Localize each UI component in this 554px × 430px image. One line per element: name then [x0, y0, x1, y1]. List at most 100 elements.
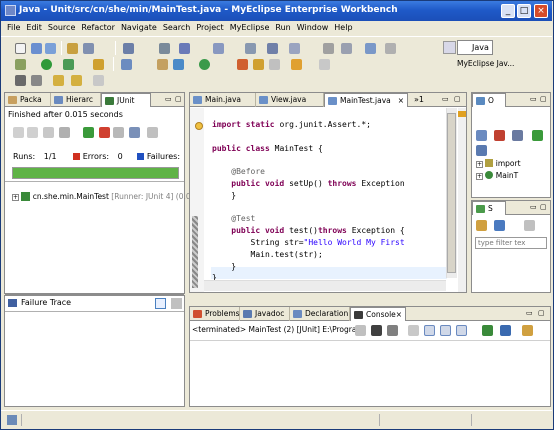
tab-outline[interactable]: O: [472, 93, 506, 107]
code-line[interactable]: Main.test(str);: [212, 249, 405, 261]
tool2-icon[interactable]: [341, 43, 352, 54]
format-icon[interactable]: [269, 59, 280, 70]
tab-maintest-java[interactable]: MainTest.java ×: [324, 93, 408, 107]
code-line[interactable]: public void setUp() throws Exception: [212, 178, 404, 190]
menu-source[interactable]: Source: [48, 21, 75, 35]
menu-navigate[interactable]: Navigate: [121, 21, 157, 35]
code-line[interactable]: String str="Hello World My First: [212, 237, 405, 249]
hide-fields-icon[interactable]: [494, 130, 505, 141]
filter-stack-icon[interactable]: [155, 298, 166, 309]
maximize-snippets-icon[interactable]: ▢: [540, 203, 547, 211]
view-menu-icon[interactable]: [147, 127, 158, 138]
wizard-icon[interactable]: [213, 43, 224, 54]
next-annotation-icon[interactable]: [15, 75, 26, 86]
code-line[interactable]: [212, 202, 405, 214]
hide-static-icon[interactable]: [512, 130, 523, 141]
stop-icon[interactable]: [113, 127, 124, 138]
compare-icon[interactable]: [171, 298, 182, 309]
close-tab-icon[interactable]: ×: [398, 94, 404, 107]
rerun-icon[interactable]: [83, 127, 94, 138]
snippet-filter-input[interactable]: [475, 237, 547, 249]
close-button[interactable]: ×: [534, 4, 548, 18]
tab-javadoc[interactable]: Javadoc: [240, 307, 290, 321]
scroll-lock-console-icon[interactable]: [424, 325, 435, 336]
db-icon[interactable]: [179, 43, 190, 54]
run-external-icon[interactable]: [63, 59, 74, 70]
history-icon[interactable]: [129, 127, 140, 138]
code-line[interactable]: [212, 131, 405, 143]
minimize-editor-icon[interactable]: ▭: [442, 95, 449, 103]
expand-icon[interactable]: +: [12, 194, 19, 201]
tab-declaration[interactable]: Declaration: [290, 307, 350, 321]
pin-console-icon[interactable]: [482, 325, 493, 336]
tab-junit[interactable]: JUnit: [101, 93, 151, 107]
menu-myeclipse[interactable]: MyEclipse: [230, 21, 270, 35]
code-line[interactable]: [212, 154, 405, 166]
show-stdout-icon[interactable]: [440, 325, 451, 336]
outline-item-class[interactable]: + MainT: [476, 171, 518, 180]
refresh-icon[interactable]: [199, 59, 210, 70]
debug-icon[interactable]: [15, 59, 26, 70]
menu-file[interactable]: File: [7, 21, 20, 35]
tab-snippets[interactable]: S: [472, 201, 506, 215]
maximize-editor-icon[interactable]: ▢: [454, 95, 461, 103]
annotation-icon[interactable]: [319, 59, 330, 70]
print-icon[interactable]: [45, 43, 56, 54]
run-icon[interactable]: [41, 59, 52, 70]
menu-window[interactable]: Window: [297, 21, 329, 35]
link-outline-icon[interactable]: [476, 145, 487, 156]
code-line[interactable]: }: [212, 272, 405, 280]
code-line[interactable]: @Test: [212, 213, 405, 225]
code-line[interactable]: import static org.junit.Assert.*;: [212, 119, 405, 131]
code-line[interactable]: }: [212, 261, 405, 273]
menu-edit[interactable]: Edit: [26, 21, 42, 35]
hide-nonpublic-icon[interactable]: [532, 130, 543, 141]
new-icon[interactable]: [15, 43, 26, 54]
tab-console[interactable]: Console ×: [350, 307, 406, 321]
open-perspective-icon[interactable]: [443, 41, 456, 54]
test-tree-item[interactable]: + cn.she.min.MainTest [Runner: JUnit 4] …: [12, 192, 191, 201]
new-class-icon[interactable]: [173, 59, 184, 70]
menu-project[interactable]: Project: [196, 21, 223, 35]
last-edit-icon[interactable]: [53, 75, 64, 86]
fast-view-icon[interactable]: [7, 415, 17, 425]
prev-failure-icon[interactable]: [27, 127, 38, 138]
menu-help[interactable]: Help: [334, 21, 352, 35]
new-java-icon[interactable]: [121, 59, 132, 70]
code-line[interactable]: public class MainTest {: [212, 143, 405, 155]
more-tabs[interactable]: »1: [414, 93, 424, 106]
deploy-icon[interactable]: [67, 43, 78, 54]
menu-run[interactable]: Run: [275, 21, 290, 35]
maximize-outline-icon[interactable]: ▢: [540, 95, 547, 103]
minimize-console-icon[interactable]: ▭: [526, 309, 533, 317]
minimize-outline-icon[interactable]: ▭: [530, 95, 537, 103]
report-icon[interactable]: [365, 43, 376, 54]
display-console-icon[interactable]: [500, 325, 511, 336]
forward-icon[interactable]: [93, 75, 104, 86]
new-snippet-icon[interactable]: [476, 220, 487, 231]
code-line[interactable]: @Before: [212, 166, 405, 178]
terminate-icon[interactable]: [355, 325, 366, 336]
menu-search[interactable]: Search: [163, 21, 190, 35]
editor-scroll-thumb[interactable]: [447, 113, 456, 273]
chart-icon[interactable]: [267, 43, 278, 54]
search-icon[interactable]: [237, 59, 248, 70]
browser-icon[interactable]: [123, 43, 134, 54]
tab-hierarchy[interactable]: Hierarc: [51, 93, 101, 107]
minimize-view-icon[interactable]: ▭: [165, 95, 172, 103]
close-console-tab-icon[interactable]: ×: [396, 308, 402, 321]
code-line[interactable]: }: [212, 190, 405, 202]
minimize-button[interactable]: _: [501, 4, 515, 18]
open-type-icon[interactable]: [93, 59, 104, 70]
myeclipse-perspective-button[interactable]: MyEclipse Jav...: [445, 59, 514, 68]
tab-view-java[interactable]: View.java: [256, 93, 324, 107]
minimize-snippets-icon[interactable]: ▭: [530, 203, 537, 211]
new-package-icon[interactable]: [157, 59, 168, 70]
link-icon[interactable]: [289, 43, 300, 54]
save-icon[interactable]: [31, 43, 42, 54]
code-area[interactable]: import static org.junit.Assert.*; public …: [204, 108, 446, 280]
show-stderr-icon[interactable]: [456, 325, 467, 336]
java-perspective-button[interactable]: Java: [457, 40, 493, 55]
outline-item-import[interactable]: + import: [476, 159, 521, 168]
snippets-menu-icon[interactable]: [524, 220, 535, 231]
